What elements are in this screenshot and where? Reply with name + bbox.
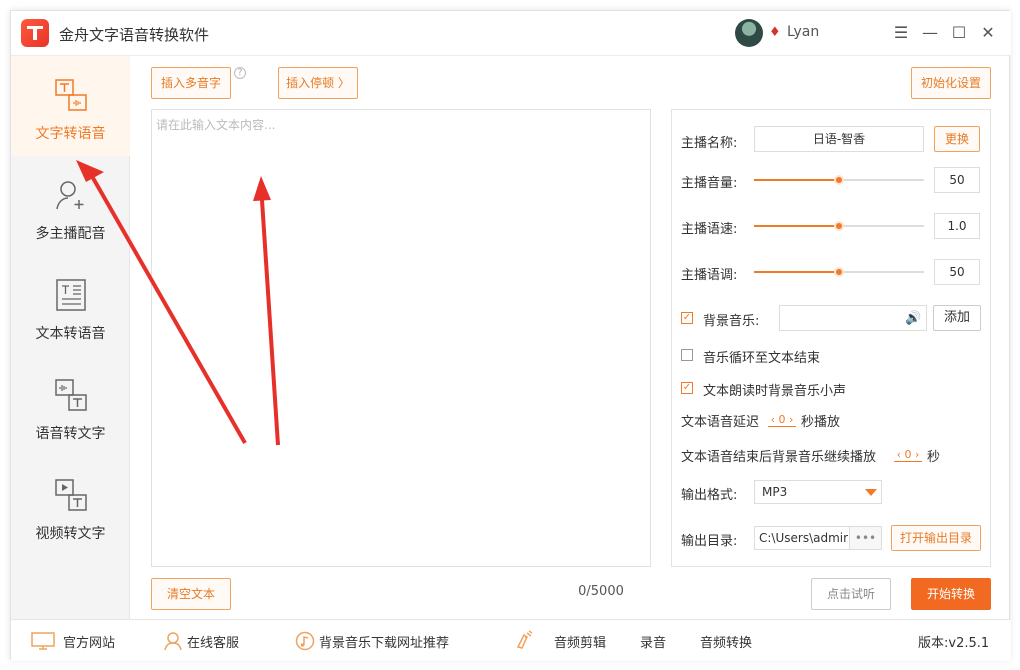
continue-suffix-label: 秒: [927, 450, 941, 465]
app-title: 金舟文字语音转换软件: [59, 26, 210, 44]
insert-pause-button[interactable]: 插入停顿 〉: [278, 67, 358, 99]
delay-suffix-label: 秒播放: [801, 415, 841, 430]
speed-input[interactable]: 1.0: [934, 213, 980, 239]
start-convert-button[interactable]: 开始转换: [911, 578, 991, 610]
character-counter: 0/5000: [578, 584, 624, 599]
sidebar-item-file-to-speech[interactable]: 文本转语音: [11, 256, 130, 356]
record-link[interactable]: 录音: [640, 632, 666, 651]
output-dir-value: C:\Users\admir: [759, 531, 849, 545]
sidebar-item-text-to-speech[interactable]: 文字转语音: [11, 56, 130, 156]
footer-bar: 官方网站 在线客服 背景音乐下载网址推荐 音频剪辑 录音 音频转换 版本:v2.…: [11, 619, 1011, 661]
speech-to-text-icon: [55, 379, 87, 411]
bg-music-sites-link[interactable]: 背景音乐下载网址推荐: [319, 632, 449, 651]
version-label: 版本:v2.5.1: [918, 636, 990, 651]
open-output-dir-button[interactable]: 打开输出目录: [891, 525, 981, 551]
duck-music-label: 文本朗读时背景音乐小声: [703, 384, 847, 399]
output-dir-field[interactable]: C:\Users\admir •••: [754, 526, 882, 550]
format-select[interactable]: MP3: [754, 480, 882, 504]
app-logo-icon: [21, 19, 49, 47]
official-website-link[interactable]: 官方网站: [63, 632, 115, 651]
format-value: MP3: [762, 485, 788, 499]
chevron-down-icon: [865, 489, 877, 496]
minimize-button[interactable]: —: [918, 21, 942, 45]
change-anchor-button[interactable]: 更换: [934, 126, 980, 152]
text-input-area[interactable]: 请在此输入文本内容...: [151, 109, 651, 567]
add-music-button[interactable]: 添加: [933, 305, 981, 331]
delay-stepper[interactable]: ‹ 0 ›: [768, 413, 796, 427]
speed-slider[interactable]: [754, 218, 924, 234]
add-user-icon: [56, 181, 84, 210]
continue-value: 0: [904, 448, 912, 461]
customer-service-icon: [164, 632, 182, 651]
pitch-input[interactable]: 50: [934, 259, 980, 285]
app-window: 金舟文字语音转换软件 ♦ Lyan ☰ — ☐ ✕ 文字转语音 多主播配音 文本…: [10, 10, 1011, 661]
loop-music-label: 音乐循环至文本结束: [703, 351, 821, 366]
bg-music-checkbox[interactable]: ✓: [681, 312, 693, 324]
preview-listen-button[interactable]: 点击试听: [811, 578, 891, 610]
delay-label: 文本语音延迟: [681, 415, 760, 430]
speed-slider-fill: [754, 225, 839, 227]
video-to-text-icon: [55, 479, 87, 511]
text-input-placeholder: 请在此输入文本内容...: [156, 118, 276, 132]
clear-text-button[interactable]: 清空文本: [151, 578, 231, 610]
format-label: 输出格式:: [681, 488, 738, 503]
menu-icon[interactable]: ☰: [889, 21, 913, 45]
volume-slider-knob[interactable]: [834, 175, 844, 185]
text-to-speech-icon: [55, 79, 87, 111]
anchor-name-label: 主播名称:: [681, 136, 738, 151]
insert-polyphone-button[interactable]: 插入多音字: [151, 67, 231, 99]
reset-settings-button[interactable]: 初始化设置: [911, 67, 991, 99]
sidebar-item-label: 语音转文字: [35, 426, 106, 442]
vip-badge-icon: ♦: [769, 25, 781, 40]
music-note-icon: [295, 631, 315, 651]
online-support-link[interactable]: 在线客服: [187, 632, 239, 651]
pitch-slider[interactable]: [754, 264, 924, 280]
delay-value: 0: [778, 413, 786, 426]
maximize-button[interactable]: ☐: [947, 21, 971, 45]
user-avatar[interactable]: [735, 19, 763, 47]
loop-music-checkbox[interactable]: [681, 349, 693, 361]
close-button[interactable]: ✕: [976, 21, 1000, 45]
browse-button[interactable]: •••: [849, 527, 881, 549]
audio-tools-icon: [516, 630, 533, 649]
help-icon[interactable]: ?: [234, 67, 246, 79]
volume-label: 主播音量:: [681, 176, 738, 191]
volume-input[interactable]: 50: [934, 167, 980, 193]
speaker-icon[interactable]: 🔊: [905, 311, 921, 326]
document-icon: [56, 279, 86, 311]
anchor-name-field: 日语-智香: [754, 126, 924, 152]
continue-stepper[interactable]: ‹ 0 ›: [894, 448, 922, 462]
pitch-slider-knob[interactable]: [834, 267, 844, 277]
sidebar-item-label: 视频转文字: [35, 526, 106, 542]
pitch-label: 主播语调:: [681, 268, 738, 283]
title-bar: 金舟文字语音转换软件 ♦ Lyan ☰ — ☐ ✕: [11, 11, 1011, 56]
pitch-slider-fill: [754, 271, 839, 273]
bg-music-label: 背景音乐:: [703, 314, 760, 329]
sidebar-item-speech-to-text[interactable]: 语音转文字: [11, 356, 130, 456]
sidebar-item-label: 多主播配音: [35, 226, 106, 242]
sidebar-item-multi-anchor[interactable]: 多主播配音: [11, 156, 130, 256]
sidebar: 文字转语音 多主播配音 文本转语音 语音转文字 视频转文字: [11, 56, 130, 619]
duck-music-checkbox[interactable]: ✓: [681, 382, 693, 394]
volume-slider-fill: [754, 179, 839, 181]
sidebar-item-label: 文字转语音: [35, 126, 106, 142]
volume-slider[interactable]: [754, 172, 924, 188]
audio-convert-link[interactable]: 音频转换: [700, 632, 752, 651]
audio-edit-link[interactable]: 音频剪辑: [554, 632, 606, 651]
sidebar-item-video-to-text[interactable]: 视频转文字: [11, 456, 130, 556]
sidebar-item-label: 文本转语音: [35, 326, 106, 342]
monitor-icon: [31, 632, 55, 650]
output-dir-label: 输出目录:: [681, 534, 738, 549]
username[interactable]: Lyan: [787, 24, 819, 40]
speed-label: 主播语速:: [681, 222, 738, 237]
speed-slider-knob[interactable]: [834, 221, 844, 231]
continue-label: 文本语音结束后背景音乐继续播放: [681, 450, 877, 465]
